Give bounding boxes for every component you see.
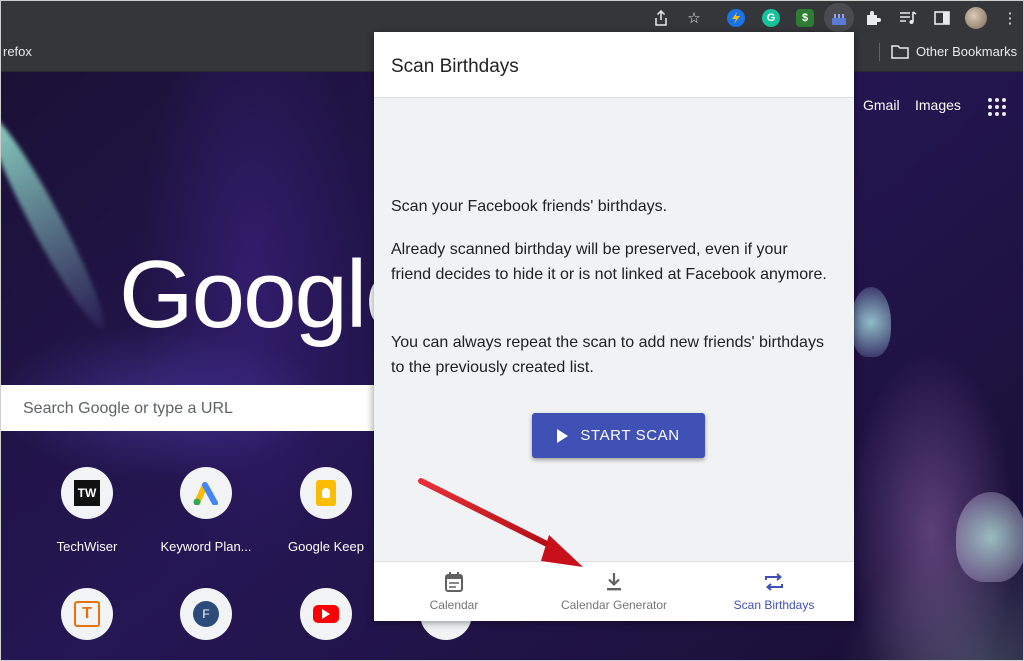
shortcut-keyword-planner[interactable]: Keyword Plan... — [151, 467, 261, 554]
popup-header: Scan Birthdays — [374, 32, 854, 98]
gmail-link[interactable]: Gmail — [863, 97, 900, 113]
start-scan-button[interactable]: START SCAN — [532, 413, 705, 458]
google-search-box[interactable]: Search Google or type a URL — [1, 385, 381, 431]
shortcut-row2-3[interactable] — [271, 588, 381, 640]
other-bookmarks[interactable]: Other Bookmarks — [891, 44, 1017, 59]
google-logo: Google — [119, 241, 419, 348]
description-scan: Scan your Facebook friends' birthdays. — [391, 198, 668, 215]
shortcut-techwiser[interactable]: TW TechWiser — [32, 467, 142, 554]
calendar-icon — [444, 571, 464, 593]
description-repeat: You can always repeat the scan to add ne… — [391, 334, 824, 376]
nav-scan-birthdays[interactable]: Scan Birthdays — [694, 562, 854, 621]
background-jellyfish — [851, 287, 891, 357]
kebab-menu-icon[interactable]: ⋮ — [999, 7, 1021, 29]
bookmarks-divider — [879, 43, 880, 61]
apps-grid-icon[interactable] — [988, 98, 1006, 116]
background-jellyfish-large — [956, 492, 1023, 582]
screenshot-frame: Google Gmail Images Search Google or typ… — [0, 0, 1024, 661]
youtube-icon — [300, 588, 352, 640]
other-bookmarks-label: Other Bookmarks — [916, 44, 1018, 59]
reading-list-icon[interactable] — [897, 7, 919, 29]
extensions-puzzle-icon[interactable] — [862, 7, 884, 29]
grammarly-icon[interactable]: G — [760, 7, 782, 29]
shortcut-row2-1[interactable]: T — [32, 588, 142, 640]
nav-label: Calendar — [429, 598, 479, 612]
start-scan-label: START SCAN — [580, 427, 680, 444]
download-icon — [605, 571, 623, 593]
side-panel-icon[interactable] — [931, 7, 953, 29]
nav-calendar-generator[interactable]: Calendar Generator — [534, 562, 694, 621]
search-placeholder: Search Google or type a URL — [23, 400, 233, 417]
shortcut-label: Google Keep — [288, 539, 364, 554]
nav-label: Calendar Generator — [560, 598, 668, 612]
bottom-navigation: Calendar Calendar Generator Scan Birthda… — [374, 561, 854, 621]
text-app-icon: T — [61, 588, 113, 640]
techwiser-icon: TW — [61, 467, 113, 519]
shortcut-row2-2[interactable]: F — [151, 588, 261, 640]
dollar-icon[interactable]: $ — [794, 7, 816, 29]
lightning-icon[interactable] — [725, 7, 747, 29]
birthday-cake-icon[interactable] — [828, 7, 850, 29]
profile-avatar[interactable] — [965, 7, 987, 29]
letter-f-icon: F — [180, 588, 232, 640]
background-light-streak — [1, 109, 116, 335]
popup-title: Scan Birthdays — [391, 56, 519, 77]
share-icon[interactable] — [650, 7, 672, 29]
browser-toolbar: ☆ G $ ⋮ — [1, 1, 1023, 34]
scan-birthdays-popup: Scan Birthdays Scan your Facebook friend… — [374, 32, 854, 621]
play-icon — [557, 428, 569, 443]
description-preserved: Already scanned birthday will be preserv… — [391, 241, 827, 283]
bookmark-item[interactable]: refox — [3, 44, 32, 59]
images-link[interactable]: Images — [915, 97, 961, 113]
shortcut-google-keep[interactable]: Google Keep — [271, 467, 381, 554]
repeat-icon — [763, 571, 785, 593]
bookmark-star-icon[interactable]: ☆ — [683, 7, 705, 29]
google-ads-icon — [180, 467, 232, 519]
nav-label: Scan Birthdays — [733, 598, 815, 612]
shortcut-label: Keyword Plan... — [160, 539, 252, 554]
google-keep-icon — [300, 467, 352, 519]
nav-calendar[interactable]: Calendar — [374, 562, 534, 621]
shortcut-label: TechWiser — [56, 539, 118, 554]
folder-icon — [891, 45, 909, 59]
